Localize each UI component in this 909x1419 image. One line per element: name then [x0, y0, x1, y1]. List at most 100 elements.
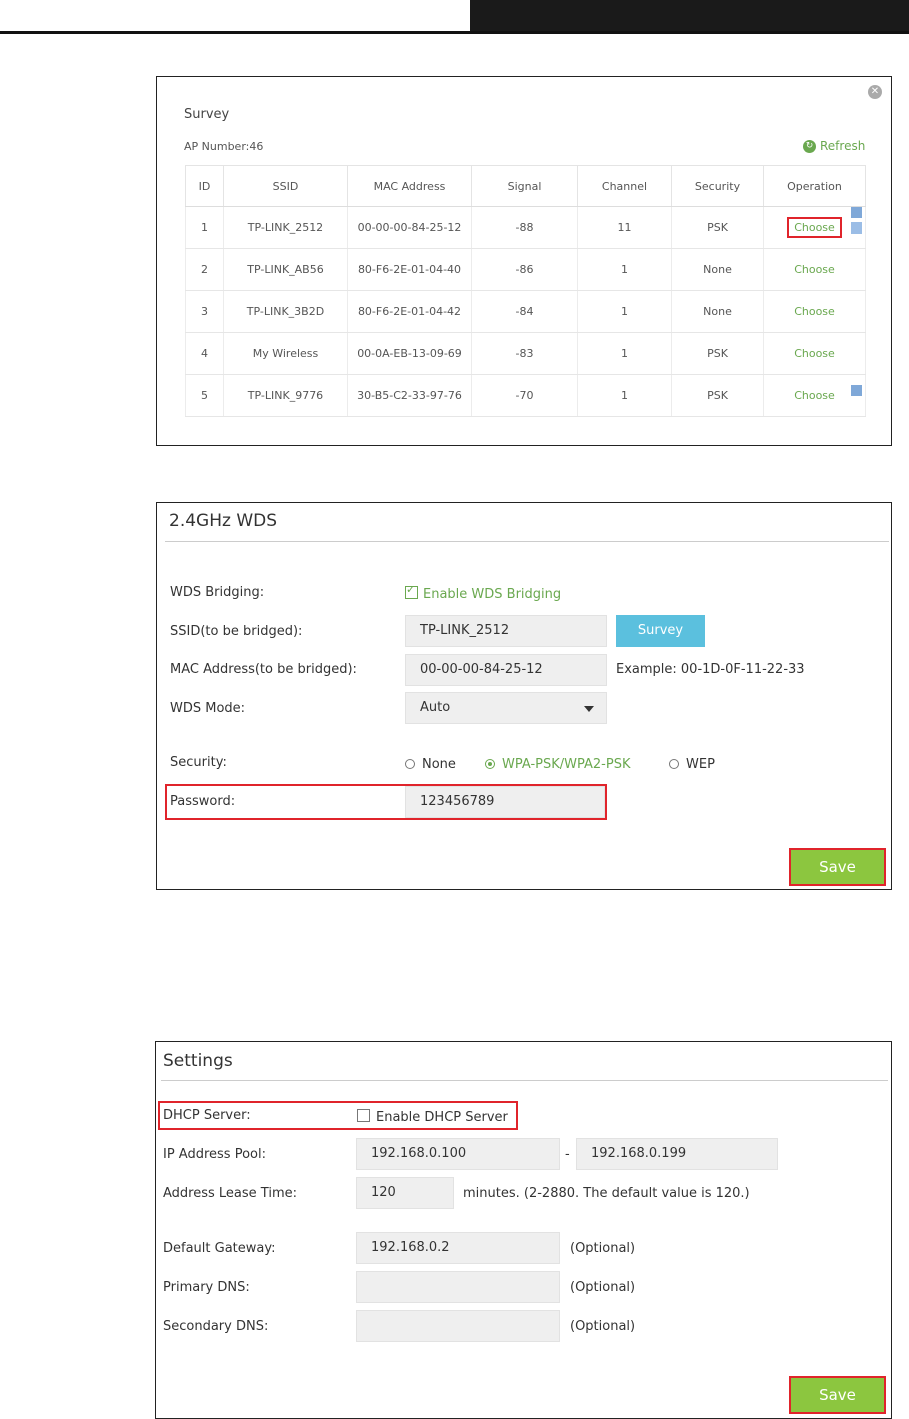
cell-signal: -83 — [471, 332, 578, 375]
cell-signal: -86 — [471, 248, 578, 291]
cell-security: None — [671, 290, 764, 333]
default-gateway-label: Default Gateway: — [163, 1241, 276, 1256]
primary-dns-input[interactable] — [356, 1271, 560, 1303]
cell-id: 3 — [185, 290, 224, 333]
survey-button[interactable]: Survey — [616, 615, 705, 647]
mac-label: MAC Address(to be bridged): — [170, 662, 357, 677]
wds-mode-value: Auto — [420, 700, 451, 715]
ip-pool-label: IP Address Pool: — [163, 1147, 266, 1162]
mac-example: Example: 00-1D-0F-11-22-33 — [616, 662, 805, 677]
cell-mac: 80-F6-2E-01-04-42 — [347, 290, 472, 333]
title-divider — [165, 541, 889, 542]
cell-mac: 00-00-00-84-25-12 — [347, 206, 472, 249]
checkbox-unchecked-icon — [357, 1109, 370, 1122]
table-row: 2 TP-LINK_AB56 80-F6-2E-01-04-40 -86 1 N… — [185, 248, 866, 291]
security-radio-none[interactable]: None — [405, 757, 456, 772]
checkbox-checked-icon — [405, 583, 418, 599]
wds-bridging-checkbox[interactable]: Enable WDS Bridging — [405, 583, 562, 602]
cell-ssid: TP-LINK_AB56 — [223, 248, 348, 291]
ip-pool-end-input[interactable]: 192.168.0.199 — [576, 1138, 778, 1170]
dhcp-settings-panel: Settings DHCP Server: Enable DHCP Server… — [155, 1041, 892, 1419]
cell-security: PSK — [671, 332, 764, 375]
choose-link[interactable]: Choose — [787, 217, 842, 238]
chevron-down-icon — [584, 706, 594, 712]
choose-link[interactable]: Choose — [788, 260, 841, 279]
secondary-dns-label: Secondary DNS: — [163, 1319, 269, 1334]
password-input[interactable]: 123456789 — [405, 786, 605, 818]
ip-pool-start-input[interactable]: 192.168.0.100 — [356, 1138, 560, 1170]
radio-label: WPA-PSK/WPA2-PSK — [502, 757, 631, 772]
wds-mode-select[interactable]: Auto — [405, 692, 607, 724]
choose-link[interactable]: Choose — [788, 386, 841, 405]
ip-pool-separator: - — [565, 1147, 570, 1162]
wds-bridging-option: Enable WDS Bridging — [423, 587, 562, 602]
ssid-label: SSID(to be bridged): — [170, 624, 303, 639]
table-row: 1 TP-LINK_2512 00-00-00-84-25-12 -88 11 … — [185, 206, 866, 249]
wds-mode-label: WDS Mode: — [170, 701, 246, 716]
cell-channel: 11 — [577, 206, 672, 249]
radio-icon — [669, 759, 679, 769]
ssid-input[interactable]: TP-LINK_2512 — [405, 615, 607, 647]
survey-table: ID SSID MAC Address Signal Channel Secur… — [185, 165, 866, 417]
scroll-up-icon[interactable] — [851, 207, 862, 218]
optional-hint: (Optional) — [570, 1319, 636, 1334]
cell-ssid: My Wireless — [223, 332, 348, 375]
save-button[interactable]: Save — [789, 848, 886, 886]
secondary-dns-input[interactable] — [356, 1310, 560, 1342]
ap-number: AP Number:46 — [184, 140, 264, 153]
security-radio-wpa[interactable]: WPA-PSK/WPA2-PSK — [485, 757, 631, 772]
lease-time-hint: minutes. (2-2880. The default value is 1… — [463, 1186, 750, 1201]
cell-channel: 1 — [577, 248, 672, 291]
column-header: Security — [671, 165, 764, 207]
cell-ssid: TP-LINK_3B2D — [223, 290, 348, 333]
security-radio-wep[interactable]: WEP — [669, 757, 715, 772]
cell-ssid: TP-LINK_2512 — [223, 206, 348, 249]
cell-signal: -88 — [471, 206, 578, 249]
choose-link[interactable]: Choose — [788, 302, 841, 321]
refresh-label: Refresh — [820, 139, 866, 153]
cell-security: None — [671, 248, 764, 291]
column-header: ID — [185, 165, 224, 207]
page-header-bar — [470, 0, 909, 31]
cell-mac: 00-0A-EB-13-09-69 — [347, 332, 472, 375]
survey-dialog: ✕ Survey AP Number:46 ↻ Refresh ID SSID … — [156, 76, 892, 446]
cell-security: PSK — [671, 206, 764, 249]
mac-input[interactable]: 00-00-00-84-25-12 — [405, 654, 607, 686]
scroll-down-icon[interactable] — [851, 385, 862, 396]
dhcp-server-option: Enable DHCP Server — [376, 1110, 508, 1125]
wds-title: 2.4GHz WDS — [169, 511, 278, 531]
dhcp-server-checkbox[interactable]: Enable DHCP Server — [357, 1108, 508, 1125]
refresh-icon: ↻ — [803, 139, 816, 153]
cell-ssid: TP-LINK_9776 — [223, 374, 348, 417]
radio-selected-icon — [485, 759, 495, 769]
lease-time-input[interactable]: 120 — [356, 1177, 454, 1209]
optional-hint: (Optional) — [570, 1280, 636, 1295]
cell-channel: 1 — [577, 332, 672, 375]
lease-time-label: Address Lease Time: — [163, 1186, 297, 1201]
radio-icon — [405, 759, 415, 769]
dhcp-server-label: DHCP Server: — [163, 1108, 251, 1123]
cell-id: 5 — [185, 374, 224, 417]
cell-security: PSK — [671, 374, 764, 417]
cell-mac: 30-B5-C2-33-97-76 — [347, 374, 472, 417]
column-header: Operation — [763, 165, 866, 207]
choose-link[interactable]: Choose — [788, 344, 841, 363]
save-button[interactable]: Save — [789, 1376, 886, 1414]
cell-signal: -84 — [471, 290, 578, 333]
wds-panel: 2.4GHz WDS WDS Bridging: Enable WDS Brid… — [156, 502, 892, 890]
table-scrollbar[interactable] — [851, 207, 863, 397]
title-divider — [161, 1080, 888, 1081]
refresh-button[interactable]: ↻ Refresh — [803, 139, 865, 153]
wds-bridging-label: WDS Bridging: — [170, 585, 265, 600]
page-header-rule — [0, 31, 909, 34]
optional-hint: (Optional) — [570, 1241, 636, 1256]
cell-mac: 80-F6-2E-01-04-40 — [347, 248, 472, 291]
column-header: MAC Address — [347, 165, 472, 207]
password-label: Password: — [170, 794, 236, 809]
scroll-thumb[interactable] — [851, 222, 862, 234]
close-icon[interactable]: ✕ — [868, 85, 882, 99]
default-gateway-input[interactable]: 192.168.0.2 — [356, 1232, 560, 1264]
table-row: 4 My Wireless 00-0A-EB-13-09-69 -83 1 PS… — [185, 332, 866, 375]
settings-title: Settings — [163, 1051, 233, 1071]
column-header: SSID — [223, 165, 348, 207]
